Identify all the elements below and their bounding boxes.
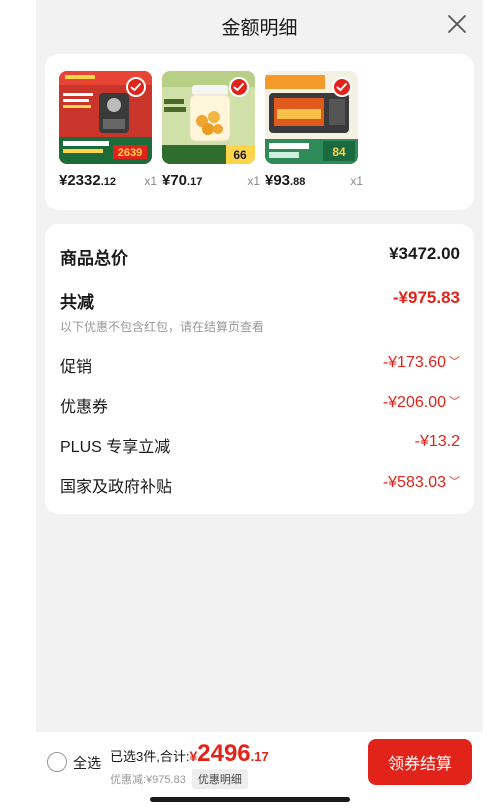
product-price: ¥70.17 (162, 172, 203, 189)
discount-line: 优惠减:¥975.83 优惠明细 (110, 769, 248, 789)
total-reduction-value: -¥975.83 (392, 288, 460, 307)
home-indicator (150, 797, 350, 802)
product-item[interactable]: 66 ¥70.17 x1 (162, 71, 260, 191)
coupon-row[interactable]: 优惠券 -¥206.00 ﹀ (60, 393, 460, 417)
total-amount-decimal: .17 (250, 749, 269, 764)
chevron-down-icon: ﹀ (449, 356, 460, 368)
subsidy-value: -¥583.03 ﹀ (382, 474, 460, 491)
total-reduction-label: 共减 (60, 293, 94, 312)
product-price-row: ¥93.88 x1 (265, 172, 365, 192)
thumb-price-tag: 84 (332, 145, 346, 159)
discount-detail-button[interactable]: 优惠明细 (191, 769, 248, 789)
checkout-button[interactable]: 领券结算 (368, 739, 472, 785)
discount-text: 优惠减:¥975.83 (110, 774, 186, 786)
amount-detail-sheet: 金额明细 2639 ¥2332.12 x1 66 ¥70.17 x1 84 ¥9… (36, 0, 483, 810)
total-amount: 2496 (197, 740, 251, 767)
product-quantity: x1 (144, 174, 157, 188)
total-amount-line: 已选3件,合计:¥2496.17 (110, 740, 269, 768)
product-quantity: x1 (350, 174, 363, 188)
chevron-down-icon: ﹀ (449, 396, 460, 408)
selected-check-icon[interactable] (332, 77, 352, 97)
thumb-price-tag: 66 (233, 148, 247, 162)
product-price: ¥93.88 (265, 172, 306, 189)
subsidy-row[interactable]: 国家及政府补贴 -¥583.03 ﹀ (60, 473, 460, 497)
discount-note: 以下优惠不包含红包，请在结算页查看 (60, 320, 265, 334)
product-item[interactable]: 2639 ¥2332.12 x1 (59, 71, 157, 191)
plus-discount-value: -¥13.2 (414, 433, 460, 450)
selected-check-icon[interactable] (229, 77, 249, 97)
total-reduction-row: 共减 -¥975.83 (60, 288, 460, 312)
coupon-value: -¥206.00 ﹀ (382, 394, 460, 411)
promotion-value: -¥173.60 ﹀ (382, 354, 460, 371)
product-image[interactable]: 2639 (59, 71, 152, 164)
sheet-title: 金额明细 (221, 18, 298, 39)
selected-check-icon[interactable] (126, 77, 146, 97)
plus-discount-row: PLUS 专享立减 -¥13.2 (60, 433, 460, 457)
goods-total-value: ¥3472.00 (389, 244, 460, 263)
subsidy-label: 国家及政府补贴 (60, 479, 173, 496)
close-icon[interactable] (445, 12, 469, 36)
product-image[interactable]: 84 (265, 71, 358, 164)
promotion-row[interactable]: 促销 -¥173.60 ﹀ (60, 353, 460, 377)
product-item[interactable]: 84 ¥93.88 x1 (265, 71, 363, 191)
coupon-label: 优惠券 (60, 399, 109, 416)
sheet-header: 金额明细 (36, 0, 483, 50)
promotion-label: 促销 (60, 359, 93, 376)
product-price-row: ¥70.17 x1 (162, 172, 262, 192)
product-list-card: 2639 ¥2332.12 x1 66 ¥70.17 x1 84 ¥93.88 … (45, 54, 474, 210)
product-quantity: x1 (247, 174, 260, 188)
selected-count-text: 已选3件,合计: (110, 749, 190, 764)
thumb-price-tag: 2639 (118, 147, 142, 159)
plus-discount-label: PLUS 专享立减 (60, 439, 171, 456)
product-price-row: ¥2332.12 x1 (59, 172, 159, 192)
goods-total-label: 商品总价 (60, 249, 128, 268)
chevron-down-icon: ﹀ (449, 476, 460, 488)
product-image[interactable]: 66 (162, 71, 255, 164)
select-all-label[interactable]: 全选 (73, 753, 101, 773)
goods-total-row: 商品总价 ¥3472.00 (60, 244, 460, 268)
select-all-radio[interactable] (47, 752, 67, 772)
price-summary-card: 商品总价 ¥3472.00 共减 -¥975.83 以下优惠不包含红包，请在结算… (45, 224, 474, 514)
product-price: ¥2332.12 (59, 172, 117, 189)
